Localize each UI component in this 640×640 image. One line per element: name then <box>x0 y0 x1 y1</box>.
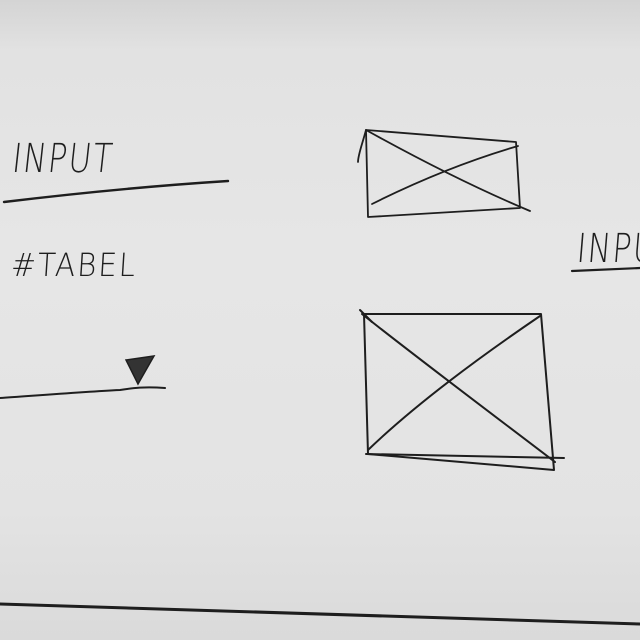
paper-sheet: INPUT #TABEL INPU <box>0 0 640 640</box>
input-label-left: INPUT <box>10 136 117 182</box>
wireframe-sketch <box>0 129 640 626</box>
table-label: #TABEL <box>10 246 139 284</box>
page-bottom-line <box>0 602 640 626</box>
triangle-thumb-icon[interactable] <box>124 355 156 386</box>
image-placeholder-bottom <box>359 309 565 471</box>
input-underline-left <box>2 179 230 204</box>
slider-track <box>0 386 166 399</box>
input-label-right: INPU <box>575 226 640 272</box>
image-placeholder-top <box>357 129 531 218</box>
